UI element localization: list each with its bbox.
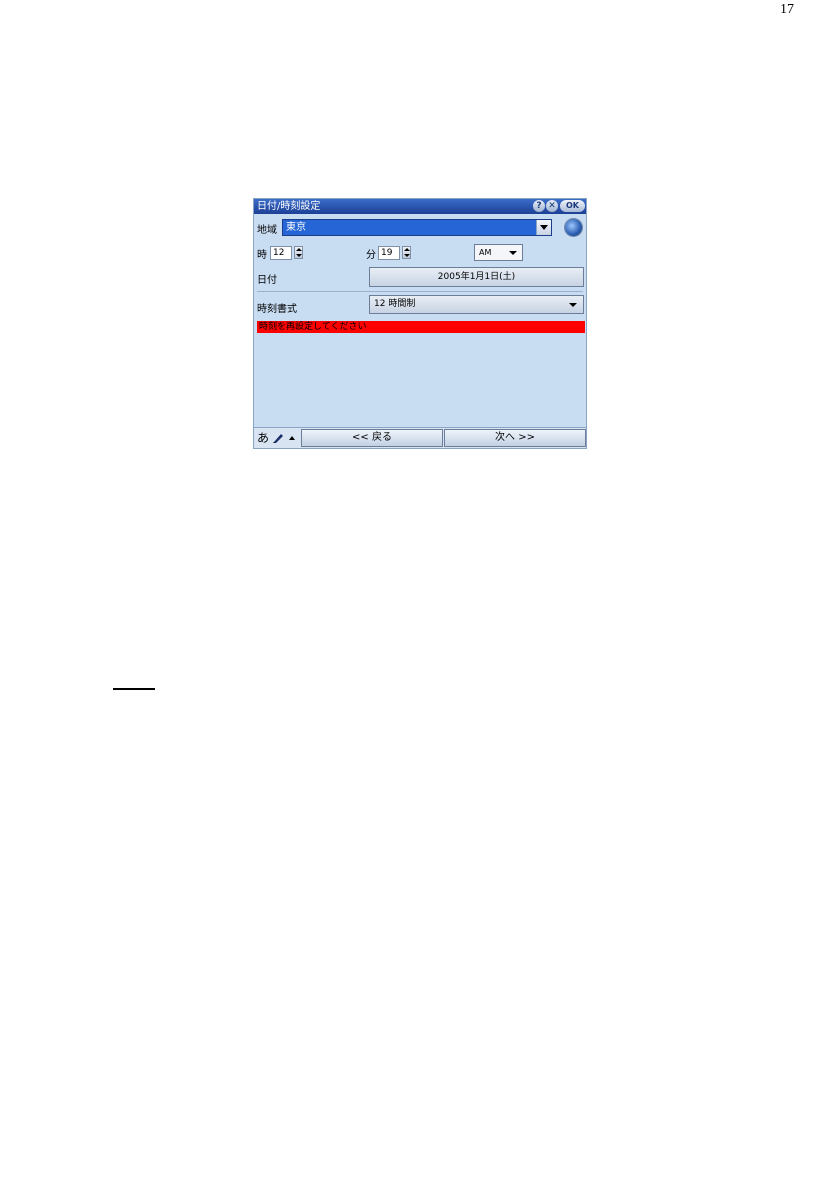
page-number: 17 bbox=[780, 2, 794, 17]
ime-mode-button[interactable]: あ bbox=[257, 431, 269, 445]
minute-label: 分 bbox=[366, 250, 376, 261]
ok-button[interactable]: OK bbox=[560, 200, 585, 212]
back-button[interactable]: << 戻る bbox=[301, 429, 443, 447]
minute-spinner-icon[interactable] bbox=[402, 246, 411, 259]
dropdown-arrow-icon[interactable] bbox=[536, 220, 551, 235]
time-format-select[interactable]: 12 時間制 bbox=[369, 295, 584, 314]
title-bar: 日付/時刻設定 ? ✕ OK bbox=[254, 199, 586, 214]
region-label: 地域 bbox=[257, 225, 277, 236]
help-icon[interactable]: ? bbox=[533, 200, 545, 212]
date-button[interactable]: 2005年1月1日(土) bbox=[369, 267, 584, 287]
hour-spinner-icon[interactable] bbox=[294, 246, 303, 259]
up-arrow-icon[interactable] bbox=[289, 436, 295, 440]
note-underline bbox=[113, 688, 155, 690]
hour-label: 時 bbox=[257, 250, 267, 261]
date-label: 日付 bbox=[257, 275, 277, 286]
datetime-settings-window: 日付/時刻設定 ? ✕ OK 地域 東京 時 12 分 19 AM 日付 200… bbox=[253, 198, 587, 449]
pen-icon[interactable] bbox=[272, 432, 284, 444]
next-button[interactable]: 次へ >> bbox=[444, 429, 586, 447]
warning-banner: 時刻を再設定してください bbox=[257, 321, 585, 333]
time-format-label: 時刻書式 bbox=[257, 304, 297, 315]
separator bbox=[257, 291, 583, 292]
window-title: 日付/時刻設定 bbox=[257, 201, 321, 212]
globe-icon[interactable] bbox=[565, 219, 582, 236]
close-icon[interactable]: ✕ bbox=[546, 200, 558, 212]
region-value: 東京 bbox=[286, 222, 306, 233]
ampm-select[interactable]: AM bbox=[474, 244, 523, 261]
region-select[interactable]: 東京 bbox=[282, 219, 552, 236]
minute-field[interactable]: 19 bbox=[378, 246, 400, 260]
hour-field[interactable]: 12 bbox=[270, 246, 292, 260]
bottom-bar: あ << 戻る 次へ >> bbox=[254, 427, 586, 448]
